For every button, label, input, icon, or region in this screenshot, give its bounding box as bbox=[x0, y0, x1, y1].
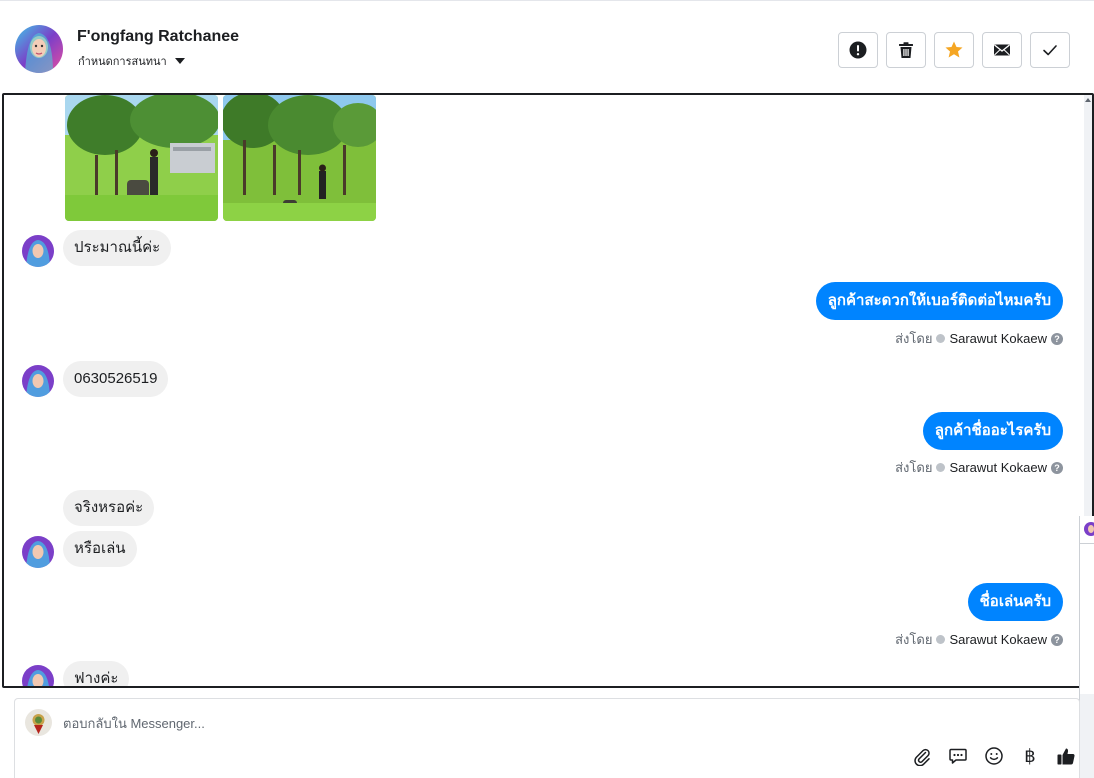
thumbs-up-icon bbox=[1057, 748, 1075, 765]
check-icon bbox=[1043, 45, 1057, 56]
incoming-message: ฟางค่ะ bbox=[63, 661, 130, 686]
star-button[interactable] bbox=[934, 32, 974, 68]
reply-input[interactable] bbox=[63, 713, 923, 733]
contact-name[interactable]: F'ongfang Ratchanee bbox=[77, 28, 239, 46]
sent-by-line: ส่งโดย Sarawut Kokaew ? bbox=[895, 457, 1063, 478]
sent-by-label: ส่งโดย bbox=[895, 460, 933, 475]
help-icon[interactable]: ? bbox=[1051, 332, 1063, 345]
help-icon[interactable]: ? bbox=[1051, 633, 1063, 646]
composer-tools: ฿ bbox=[911, 745, 1077, 767]
side-chat-header[interactable] bbox=[1080, 516, 1094, 544]
sender-name: Sarawut Kokaew bbox=[949, 331, 1047, 346]
side-panel-shade bbox=[1080, 694, 1094, 778]
outgoing-message: ลูกค้าชื่ออะไรครับ bbox=[922, 412, 1063, 450]
contact-avatar bbox=[22, 665, 54, 686]
saved-replies-button[interactable] bbox=[947, 745, 969, 767]
sent-by-label: ส่งโดย bbox=[895, 331, 933, 346]
trash-icon bbox=[899, 42, 913, 58]
sent-status-icon bbox=[936, 334, 946, 343]
assign-conversation-dropdown[interactable]: กำหนดการสนทนา bbox=[78, 52, 185, 70]
sender-name: Sarawut Kokaew bbox=[949, 460, 1047, 475]
payment-button[interactable]: ฿ bbox=[1019, 745, 1041, 767]
smiley-icon bbox=[985, 747, 1003, 765]
star-icon bbox=[945, 41, 963, 58]
help-icon[interactable]: ? bbox=[1051, 461, 1063, 474]
sent-status-icon bbox=[936, 463, 946, 472]
page-avatar bbox=[25, 709, 52, 736]
incoming-message: หรือเล่น bbox=[63, 531, 137, 567]
emoji-button[interactable] bbox=[983, 745, 1005, 767]
attach-button[interactable] bbox=[911, 745, 933, 767]
sent-status-icon bbox=[936, 635, 946, 644]
reply-composer: ฿ bbox=[14, 698, 1080, 778]
chat-bubble-icon bbox=[949, 748, 967, 764]
contact-avatar bbox=[22, 536, 54, 568]
caret-down-icon bbox=[174, 58, 185, 64]
shared-photo[interactable] bbox=[223, 95, 376, 221]
sent-by-line: ส่งโดย Sarawut Kokaew ? bbox=[895, 328, 1063, 349]
like-button[interactable] bbox=[1055, 745, 1077, 767]
outgoing-message: ชื่อเล่นครับ bbox=[967, 583, 1063, 621]
outgoing-message: ลูกค้าสะดวกให้เบอร์ติดต่อไหมครับ bbox=[815, 282, 1063, 320]
sent-by-line: ส่งโดย Sarawut Kokaew ? bbox=[895, 629, 1063, 650]
assign-conversation-label: กำหนดการสนทนา bbox=[78, 56, 167, 68]
report-button[interactable] bbox=[838, 32, 878, 68]
scroll-up-arrow-icon[interactable] bbox=[1085, 98, 1091, 102]
contact-avatar bbox=[22, 365, 54, 397]
contact-avatar[interactable] bbox=[15, 25, 63, 73]
sent-by-label: ส่งโดย bbox=[895, 632, 933, 647]
incoming-message: ประมาณนี้ค่ะ bbox=[63, 230, 172, 266]
contact-avatar[interactable] bbox=[1084, 522, 1094, 536]
messenger-inbox-window: F'ongfang Ratchanee กำหนดการสนทนา ประมาณ… bbox=[0, 0, 1094, 778]
shared-photo[interactable] bbox=[65, 95, 218, 221]
paperclip-icon bbox=[914, 748, 930, 766]
mark-done-button[interactable] bbox=[1030, 32, 1070, 68]
exclamation-icon bbox=[849, 41, 867, 59]
side-chat-panel[interactable] bbox=[1079, 516, 1094, 778]
incoming-message: จริงหรอค่ะ bbox=[63, 490, 155, 526]
contact-avatar bbox=[22, 235, 54, 267]
conversation-actions bbox=[838, 32, 1070, 68]
envelope-icon bbox=[994, 44, 1010, 56]
delete-button[interactable] bbox=[886, 32, 926, 68]
incoming-message: 0630526519 bbox=[63, 361, 169, 397]
mark-unread-button[interactable] bbox=[982, 32, 1022, 68]
sender-name: Sarawut Kokaew bbox=[949, 632, 1047, 647]
conversation-header: F'ongfang Ratchanee กำหนดการสนทนา bbox=[0, 0, 1094, 93]
message-thread[interactable]: ประมาณนี้ค่ะ ลูกค้าสะดวกให้เบอร์ติดต่อไห… bbox=[2, 93, 1094, 688]
